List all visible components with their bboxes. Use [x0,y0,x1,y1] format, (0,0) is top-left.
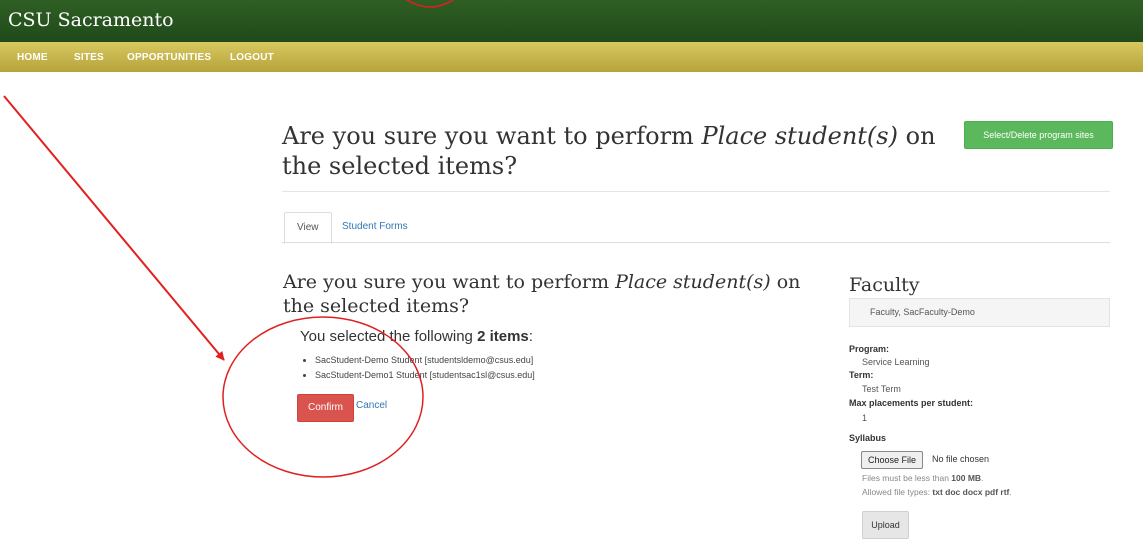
file-types-value: txt doc docx pdf rtf [932,487,1010,497]
annotation-arrow [3,95,225,361]
max-placements-label: Max placements per student: [849,398,974,408]
list-item: SacStudent-Demo Student [studentsldemo@c… [315,353,535,368]
syllabus-label: Syllabus [849,433,887,443]
selected-summary: You selected the following 2 items: [300,328,533,345]
page-title: Are you sure you want to perform Place s… [282,121,962,181]
confirm-heading-pre: Are you sure you want to perform [283,271,616,293]
site-brand[interactable]: CSU Sacramento [8,9,174,31]
cancel-link[interactable]: Cancel [356,400,387,411]
top-header-bar: CSU Sacramento [0,0,1143,42]
faculty-heading: Faculty [849,274,920,296]
tab-student-forms[interactable]: Student Forms [330,212,420,242]
choose-file-button[interactable]: Choose File [861,451,924,469]
nav-item-logout[interactable]: LOGOUT [230,52,274,63]
term-label: Term: [849,370,874,380]
file-size-value: 100 MB [951,473,982,483]
title-divider [282,191,1110,192]
select-delete-sites-button[interactable]: Select/Delete program sites [964,121,1113,149]
file-types-pre: Allowed file types: [862,487,933,497]
nav-item-opportunities[interactable]: OPPORTUNITIES [127,52,211,63]
page-title-action: Place student(s) [701,122,898,150]
selected-summary-pre: You selected the following [300,328,478,345]
nav-item-home[interactable]: HOME [17,52,48,63]
tab-view[interactable]: View [284,212,332,244]
file-size-help: Files must be less than 100 MB. [862,473,983,483]
main-nav: HOME SITES OPPORTUNITIES LOGOUT [0,42,1143,72]
file-size-post: . [981,473,984,483]
confirm-button[interactable]: Confirm [297,394,354,422]
selected-summary-post: : [528,328,533,345]
file-types-help: Allowed file types: txt doc docx pdf rtf… [862,487,1012,497]
no-file-text: No file chosen [932,454,990,464]
term-value: Test Term [862,384,901,394]
confirm-heading: Are you sure you want to perform Place s… [283,270,823,318]
page-title-pre: Are you sure you want to perform [282,122,702,150]
upload-button[interactable]: Upload [862,511,909,539]
program-value: Service Learning [862,357,930,367]
max-placements-value: 1 [862,413,868,423]
selected-count: 2 items [477,328,529,345]
selected-items-list: SacStudent-Demo Student [studentsldemo@c… [300,353,535,383]
program-label: Program: [849,344,890,354]
list-item: SacStudent-Demo1 Student [studentsac1sl@… [315,368,535,383]
file-size-pre: Files must be less than [862,473,952,483]
file-types-post: . [1009,487,1012,497]
faculty-name-box: Faculty, SacFaculty-Demo [849,298,1110,327]
tabs-divider [282,242,1110,243]
confirm-heading-action: Place student(s) [615,271,771,293]
nav-item-sites[interactable]: SITES [74,52,104,63]
